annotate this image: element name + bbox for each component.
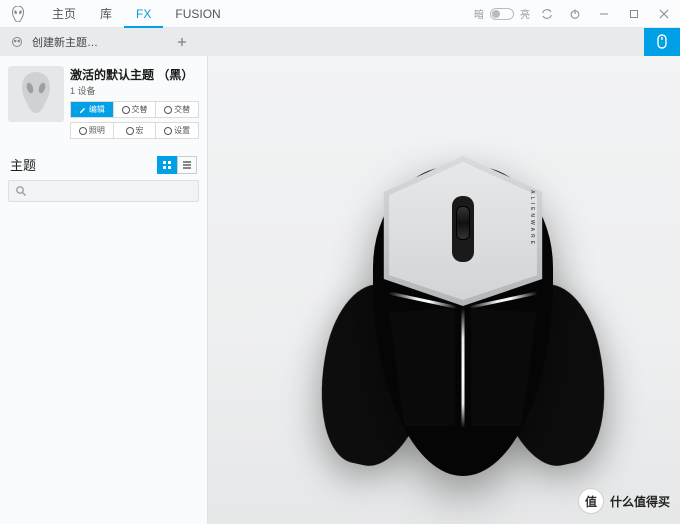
bulb-icon: [122, 106, 130, 114]
theme-section-title: 主题: [10, 155, 36, 174]
theme-action-row-1: 编辑 交替 交替: [70, 101, 199, 118]
window-minimize-icon[interactable]: [592, 2, 616, 26]
theme-alt2-button[interactable]: 交替: [156, 102, 198, 117]
device-brand-label: ALIENWARE: [529, 190, 535, 247]
view-grid-button[interactable]: [157, 156, 177, 174]
seam-light: [462, 308, 465, 428]
window-maximize-icon[interactable]: [622, 2, 646, 26]
create-theme-tab[interactable]: 创建新主题…: [0, 28, 108, 56]
tab-library[interactable]: 库: [88, 0, 124, 28]
device-canvas: ALIENWARE: [208, 56, 680, 524]
device-indicator-button[interactable]: [644, 28, 680, 56]
theme-alt1-button[interactable]: 交替: [114, 102, 157, 117]
theme-device-count: 1 设备: [70, 84, 199, 97]
watermark: 值 什么值得买: [578, 488, 670, 514]
bulb-icon: [164, 106, 172, 114]
tab-fusion[interactable]: FUSION: [163, 0, 232, 28]
theme-edit-button[interactable]: 编辑: [71, 102, 114, 117]
titlebar-right-group: 暗 亮: [474, 2, 676, 26]
theme-icon: [10, 35, 24, 49]
power-icon[interactable]: [564, 3, 586, 25]
search-icon: [15, 185, 27, 197]
app-logo-icon: [10, 6, 26, 22]
active-theme-card: 激活的默认主题 （黑） 1 设备 编辑 交替 交替: [0, 56, 207, 149]
brightness-dark-label: 暗: [474, 6, 484, 21]
theme-settings-button[interactable]: 设置: [156, 123, 198, 138]
theme-title: 激活的默认主题 （黑）: [70, 66, 199, 83]
title-bar: 主页 库 FX FUSION 暗 亮: [0, 0, 680, 28]
sidebar: 激活的默认主题 （黑） 1 设备 编辑 交替 交替: [0, 56, 208, 524]
brightness-light-label: 亮: [520, 6, 530, 21]
add-theme-button[interactable]: [168, 28, 196, 56]
window-close-icon[interactable]: [652, 2, 676, 26]
macro-icon: [126, 127, 134, 135]
tab-home[interactable]: 主页: [40, 0, 88, 28]
watermark-text: 什么值得买: [610, 493, 670, 510]
theme-macro-button[interactable]: 宏: [114, 123, 157, 138]
theme-lighting-button[interactable]: 照明: [71, 123, 114, 138]
theme-section-header: 主题: [0, 149, 207, 180]
view-list-button[interactable]: [177, 156, 197, 174]
scroll-wheel: [456, 206, 470, 240]
gear-icon: [164, 127, 172, 135]
create-theme-label: 创建新主题…: [32, 34, 98, 50]
theme-preview-icon: [8, 66, 64, 122]
sync-icon[interactable]: [536, 3, 558, 25]
mouse-left-button: [389, 308, 459, 426]
mouse-right-button: [467, 308, 537, 426]
theme-action-row-2: 照明 宏 设置: [70, 122, 199, 139]
theme-search-input[interactable]: [8, 180, 199, 202]
brightness-toggle[interactable]: [490, 8, 514, 20]
watermark-badge-icon: 值: [578, 488, 604, 514]
lighting-icon: [79, 127, 87, 135]
main-tabs: 主页 库 FX FUSION: [40, 0, 233, 28]
device-mouse-illustration: ALIENWARE: [338, 156, 588, 496]
tab-fx[interactable]: FX: [124, 0, 163, 28]
sub-bar: 创建新主题…: [0, 28, 680, 56]
